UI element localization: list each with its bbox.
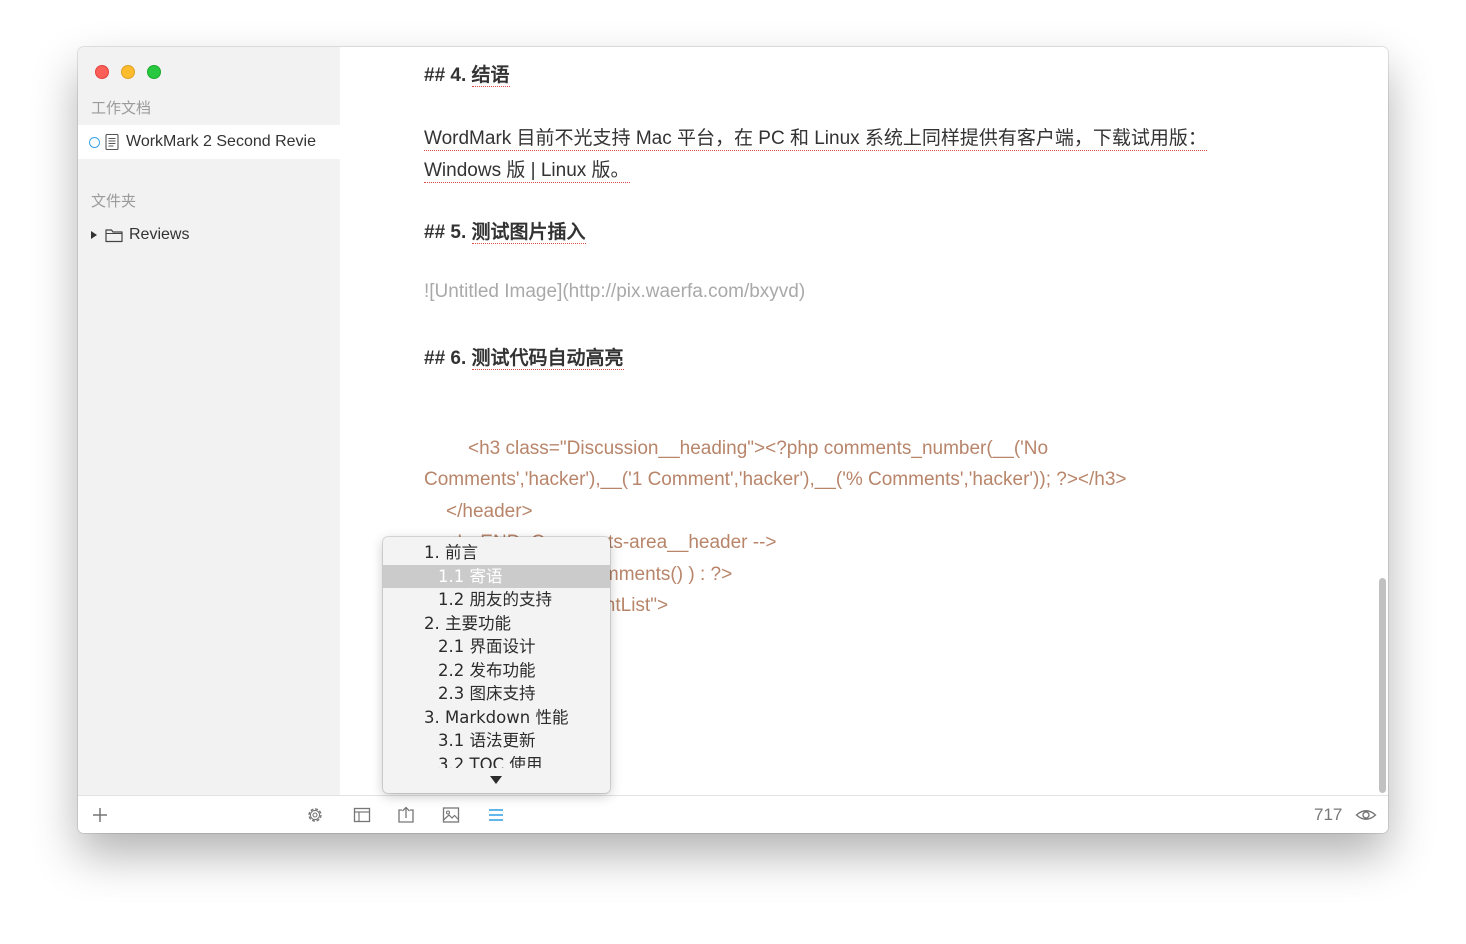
gear-icon[interactable] [305,805,325,825]
heading-marker: ## 6. [424,348,472,369]
image-markdown-line: ![Untitled Image](http://pix.waerfa.com/… [424,281,806,302]
image-icon[interactable] [441,805,461,825]
heading-text: 测试代码自动高亮 [471,348,624,370]
toc-item[interactable]: 2.1 界面设计 [383,635,610,659]
zoom-window-button[interactable] [147,65,161,79]
toc-item[interactable]: 3.2 TOC 使用 [383,753,610,769]
heading-text: 测试图片插入 [471,222,586,244]
disclosure-triangle-icon[interactable] [90,230,98,240]
heading-marker: ## 4. [424,65,472,86]
toc-item[interactable]: 3. Markdown 性能 [383,706,610,730]
scroll-down-arrow-icon[interactable] [490,776,502,784]
document-icon [105,134,119,150]
folders-section-label: 文件夹 [91,192,137,210]
document-title: WorkMark 2 Second Revie [126,133,316,150]
word-count: 717 [1314,805,1343,824]
code-line: </header> [446,501,533,522]
list-icon[interactable] [486,805,506,825]
app-window: 工作文档 WorkMark 2 Second Revie 文件夹 Reviews [78,47,1388,833]
heading-line: ## 5. 测试图片插入 [424,217,586,244]
heading-line: ## 6. 测试代码自动高亮 [424,343,624,370]
editor-scrollbar[interactable] [1379,578,1386,793]
toc-popup: 1. 前言 1.1 寄语 1.2 朋友的支持 2. 主要功能 2.1 界面设计 2.2 发… [383,537,610,793]
layout-icon[interactable] [352,805,372,825]
folder-icon [105,228,123,242]
heading-text: 结语 [471,65,510,87]
heading-marker: ## 5. [424,222,472,243]
minimize-window-button[interactable] [121,65,135,79]
bottom-toolbar: 717 [78,795,1388,833]
sidebar: 工作文档 WorkMark 2 Second Revie 文件夹 Reviews [78,47,340,795]
toc-item[interactable]: 3.1 语法更新 [383,729,610,753]
paragraph-line: Windows 版 | Linux 版。 [424,155,630,183]
code-line: Comments','hacker'),__('1 Comment','hack… [424,469,1127,490]
export-icon[interactable] [396,805,416,825]
toc-item[interactable]: 1. 前言 [383,541,610,565]
toc-item[interactable]: 2.2 发布功能 [383,659,610,683]
toc-list: 1. 前言 1.1 寄语 1.2 朋友的支持 2. 主要功能 2.1 界面设计 2.2 发… [383,541,610,768]
close-window-button[interactable] [95,65,109,79]
folder-name: Reviews [129,226,190,243]
toc-item[interactable]: 1.2 朋友的支持 [383,588,610,612]
folder-item-reviews[interactable]: Reviews [78,223,189,247]
unsaved-status-icon [89,136,100,148]
eye-icon[interactable] [1355,805,1377,825]
plus-icon[interactable] [90,805,110,825]
heading-line: ## 4. 结语 [424,60,510,87]
paragraph-line: WordMark 目前不光支持 Mac 平台，在 PC 和 Linux 系统上同… [424,123,1207,151]
code-line: <h3 class="Discussion__heading"><?php co… [468,438,1049,459]
document-list-item[interactable]: WorkMark 2 Second Revie [78,125,340,159]
toc-item[interactable]: 2.3 图床支持 [383,682,610,706]
toc-item[interactable]: 1.1 寄语 [383,564,610,588]
documents-section-label: 工作文档 [91,99,152,117]
toc-item[interactable]: 2. 主要功能 [383,612,610,636]
